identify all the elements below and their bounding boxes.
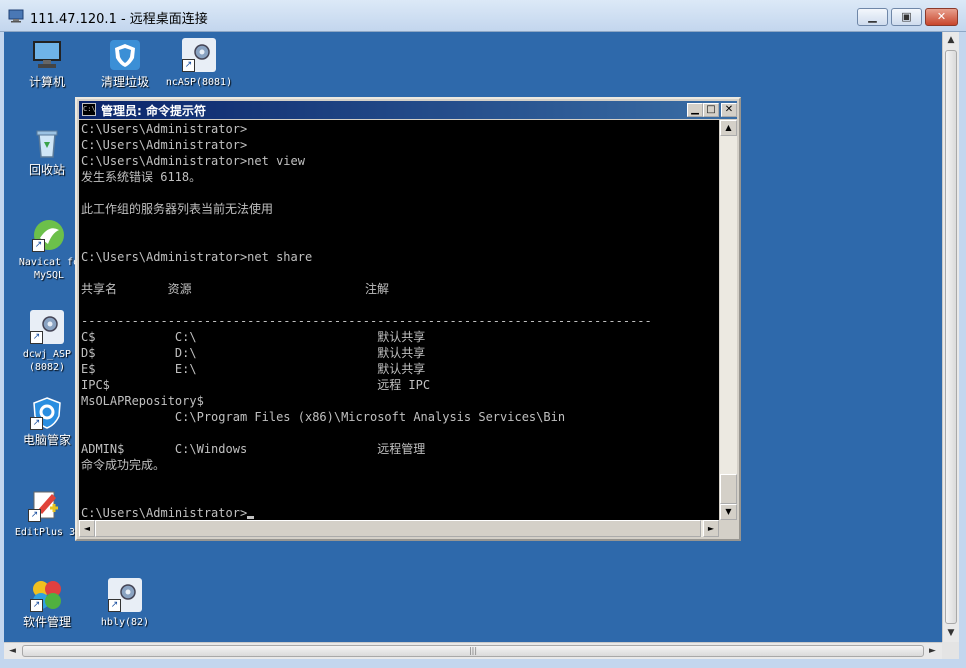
rdp-titlebar[interactable]: 111.47.120.1 - 远程桌面连接 ▁ ▣ ✕ <box>0 0 966 32</box>
scrollbar-corner <box>942 642 959 659</box>
remote-desktop-icon <box>8 9 24 23</box>
cmd-scroll-right-button[interactable]: ► <box>703 520 719 537</box>
console-line: C:\Program Files (x86)\Microsoft Analysi… <box>81 410 566 424</box>
desktop-icon-recycle-bin[interactable]: 回收站 <box>12 126 82 177</box>
console-line: D$ D:\ 默认共享 <box>81 346 426 360</box>
desktop-icon-label: 清理垃圾 <box>100 75 149 89</box>
console-line: 命令成功完成。 <box>81 458 166 472</box>
desktop-icon-ncasp[interactable]: ↗ ncASP(8081) <box>164 38 234 89</box>
console-line: ADMIN$ C:\Windows 远程管理 <box>81 442 426 456</box>
window-frame-right <box>959 32 966 659</box>
vertical-scrollbar[interactable]: ▲ ▼ <box>942 32 959 642</box>
software-manager-icon: ↗ <box>30 578 64 612</box>
cmd-resize-grip[interactable] <box>720 520 737 537</box>
desktop-icon-editplus[interactable]: ↗ EditPlus 3 <box>10 488 80 539</box>
desktop-icon-dcwj-asp[interactable]: ↗ dcwj_ASP (8082) <box>12 310 82 374</box>
horizontal-scrollbar[interactable]: ◄ ||| ► <box>4 642 942 659</box>
console-line: 发生系统错误 6118。 <box>81 170 202 184</box>
cmd-scroll-down-button[interactable]: ▼ <box>720 504 737 520</box>
console-line: 此工作组的服务器列表当前无法使用 <box>81 202 274 216</box>
cmd-scroll-thumb[interactable] <box>720 474 737 504</box>
cmd-titlebar[interactable]: C:\ 管理员: 命令提示符 ▁ □ ✕ <box>79 101 737 119</box>
minimize-button[interactable]: ▁ <box>857 8 888 26</box>
editplus-icon: ↗ <box>28 488 62 522</box>
console-prompt-line[interactable]: C:\Users\Administrator> <box>81 505 717 520</box>
cmd-hscroll-thumb[interactable] <box>95 520 701 537</box>
console-line: C:\Users\Administrator>net share <box>81 250 313 264</box>
desktop-icon-label: EditPlus 3 <box>14 527 76 538</box>
gear-shortcut-icon: ↗ <box>108 578 142 612</box>
console-line: MsOLAPRepository$ <box>81 394 204 408</box>
console-line: ----------------------------------------… <box>81 314 652 328</box>
scroll-down-button[interactable]: ▼ <box>943 625 959 642</box>
cmd-horizontal-scrollbar[interactable]: ◄ ► <box>79 520 719 537</box>
desktop-icon-clean-junk[interactable]: 清理垃圾 <box>90 38 160 89</box>
recycle-bin-icon <box>30 126 64 160</box>
gear-shortcut-icon: ↗ <box>182 38 216 72</box>
cmd-minimize-button[interactable]: ▁ <box>687 103 703 117</box>
desktop-icon-pc-manager[interactable]: ↗ 电脑管家 <box>12 396 82 447</box>
scroll-thumb[interactable]: ||| <box>22 645 924 657</box>
desktop-icon-label: hbly(82) <box>100 617 150 628</box>
scroll-left-button[interactable]: ◄ <box>4 643 21 659</box>
pc-manager-icon: ↗ <box>30 396 64 430</box>
text-cursor <box>247 516 255 519</box>
console-line: 共享名 资源 注解 <box>81 282 389 296</box>
desktop-icon-label: 计算机 <box>28 75 65 89</box>
cmd-vertical-scrollbar[interactable]: ▲ ▼ <box>720 120 737 520</box>
command-prompt-window[interactable]: C:\ 管理员: 命令提示符 ▁ □ ✕ C:\Users\Administra… <box>75 97 741 541</box>
console-line: IPC$ 远程 IPC <box>81 378 431 392</box>
shield-icon <box>108 38 142 72</box>
scroll-right-button[interactable]: ► <box>924 643 941 659</box>
cmd-window-title: 管理员: 命令提示符 <box>101 104 206 118</box>
cmd-scroll-up-button[interactable]: ▲ <box>720 120 737 136</box>
navicat-icon: ↗ <box>32 218 66 252</box>
cmd-close-button[interactable]: ✕ <box>721 103 737 117</box>
desktop-icon-hbly[interactable]: ↗ hbly(82) <box>90 578 160 629</box>
scroll-thumb[interactable] <box>945 50 957 624</box>
desktop-icon-label: 电脑管家 <box>22 433 71 447</box>
cmd-scroll-left-button[interactable]: ◄ <box>79 520 95 537</box>
desktop-icon-label: dcwj_ASP (8082) <box>22 349 72 373</box>
console-line: E$ E:\ 默认共享 <box>81 362 426 376</box>
desktop-icon-label: 回收站 <box>28 163 65 177</box>
console-line: C:\Users\Administrator> <box>81 138 248 152</box>
desktop-icon-label: 软件管理 <box>22 615 71 629</box>
console-prompt: C:\Users\Administrator> <box>81 506 248 520</box>
console-output[interactable]: C:\Users\Administrator> C:\Users\Adminis… <box>79 120 719 520</box>
desktop-icon-software-manager[interactable]: ↗ 软件管理 <box>12 578 82 629</box>
scroll-up-button[interactable]: ▲ <box>943 32 959 49</box>
desktop-icon-computer[interactable]: 计算机 <box>12 38 82 89</box>
maximize-button[interactable]: ▣ <box>891 8 922 26</box>
console-line: C:\Users\Administrator> <box>81 122 248 136</box>
window-frame-bottom <box>0 659 966 668</box>
cmd-maximize-button[interactable]: □ <box>703 103 719 117</box>
gear-shortcut-icon: ↗ <box>30 310 64 344</box>
console-line: C:\Users\Administrator>net view <box>81 154 305 168</box>
computer-icon <box>30 38 64 72</box>
close-button[interactable]: ✕ <box>925 8 958 26</box>
desktop-icon-label: ncASP(8081) <box>165 77 233 88</box>
window-title: 111.47.120.1 - 远程桌面连接 <box>30 12 208 27</box>
console-line: C$ C:\ 默认共享 <box>81 330 426 344</box>
terminal-icon: C:\ <box>82 103 96 116</box>
